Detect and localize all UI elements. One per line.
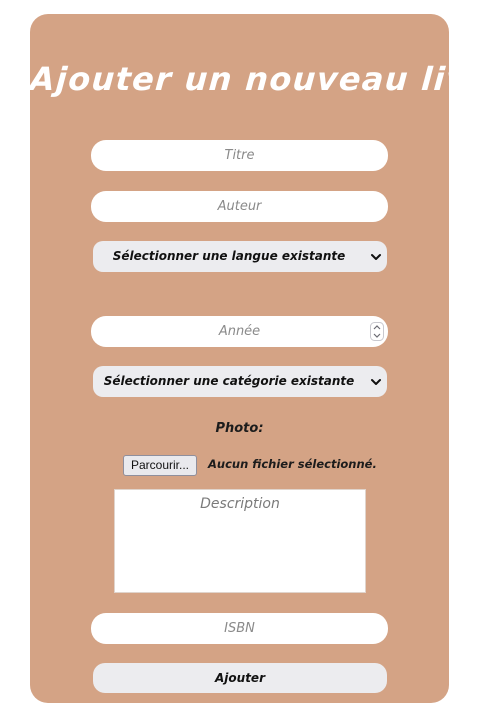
browse-file-button[interactable]: Parcourir...	[123, 455, 197, 476]
title-input-placeholder: Titre	[224, 148, 255, 163]
year-input-placeholder: Année	[218, 324, 261, 339]
description-placeholder: Description	[200, 496, 280, 512]
category-select-value: Sélectionner une catégorie existante	[103, 374, 355, 388]
author-input[interactable]: Auteur	[91, 191, 388, 222]
isbn-input[interactable]: ISBN	[91, 613, 388, 644]
description-textarea[interactable]: Description	[114, 489, 366, 593]
spinner-updown-icon[interactable]	[370, 322, 384, 341]
category-select[interactable]: Sélectionner une catégorie existante	[93, 366, 387, 397]
photo-label: Photo:	[215, 421, 264, 436]
author-input-placeholder: Auteur	[217, 199, 262, 214]
chevron-down-icon	[371, 254, 381, 260]
submit-button[interactable]: Ajouter	[93, 663, 387, 693]
form-title: Ajouter un nouveau livre	[28, 60, 477, 98]
language-select-value: Sélectionner une langue existante	[112, 249, 346, 263]
add-book-form-card: Ajouter un nouveau livre Titre Auteur Sé…	[28, 14, 477, 703]
file-status-text: Aucun fichier sélectionné.	[208, 457, 377, 471]
chevron-down-icon	[371, 379, 381, 385]
year-input[interactable]: Année	[91, 316, 388, 347]
isbn-input-placeholder: ISBN	[224, 621, 255, 636]
language-select[interactable]: Sélectionner une langue existante	[93, 241, 387, 272]
title-input[interactable]: Titre	[91, 140, 388, 171]
